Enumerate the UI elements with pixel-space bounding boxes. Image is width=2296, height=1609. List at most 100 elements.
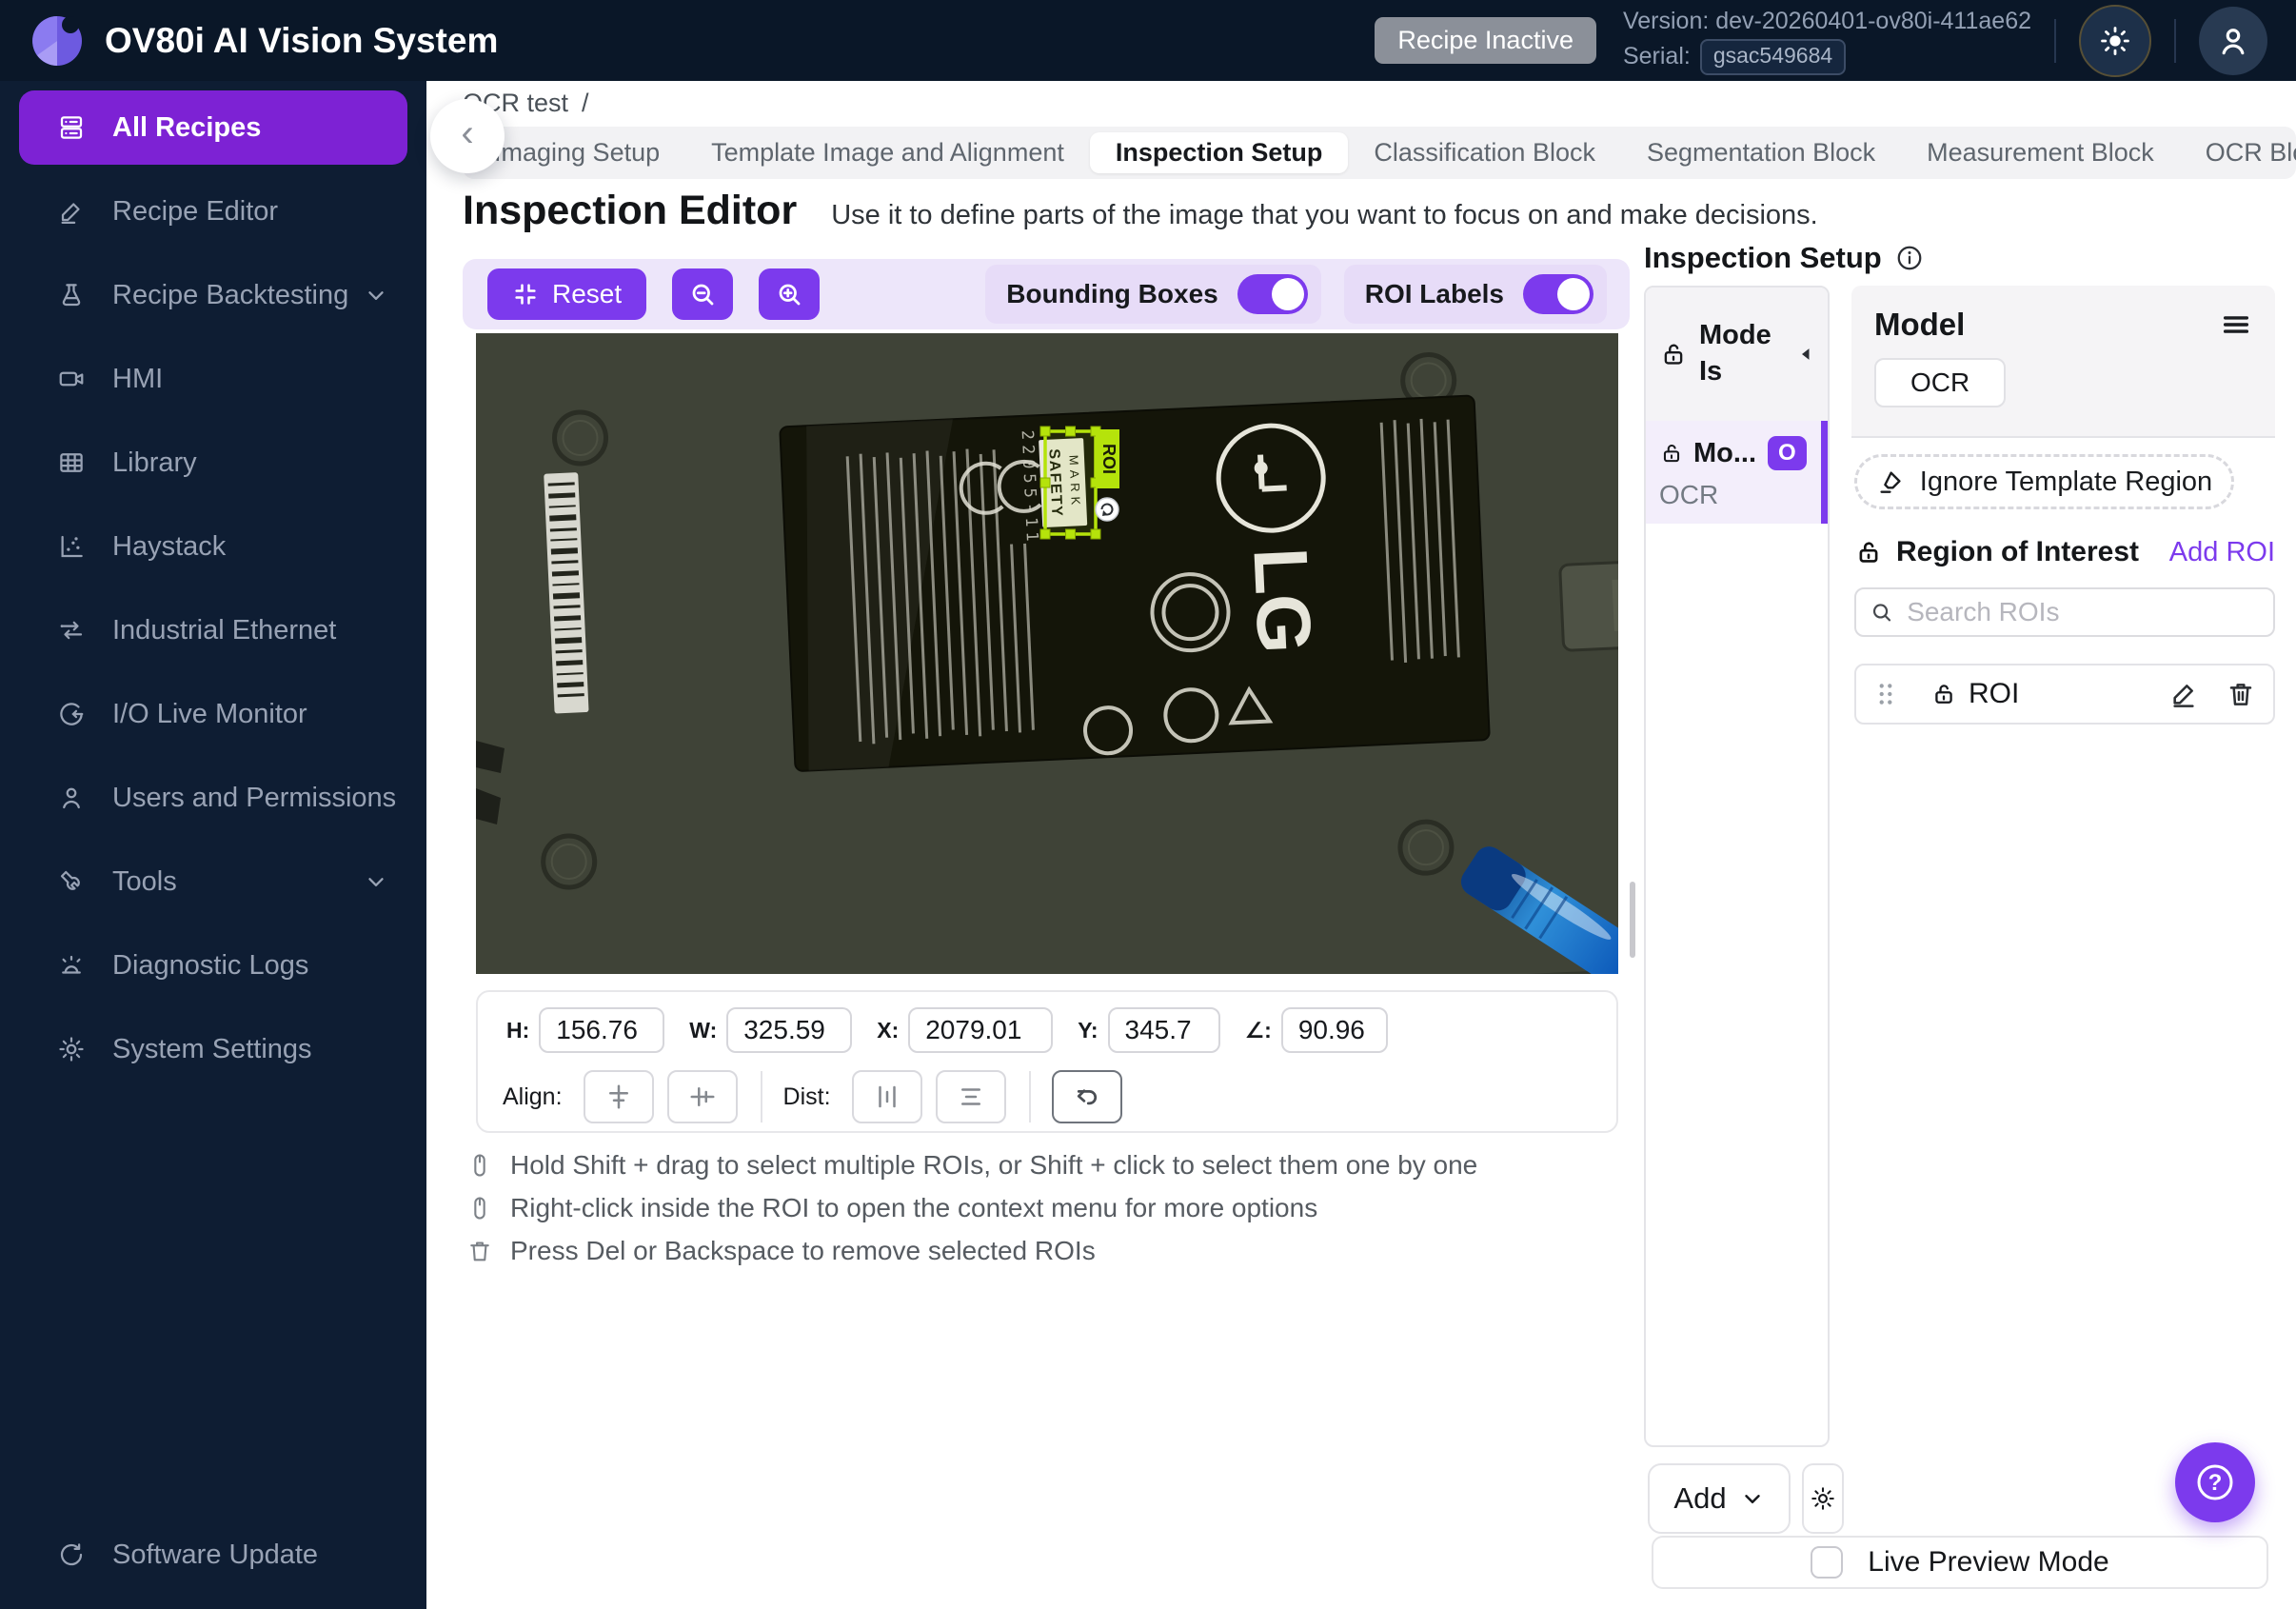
unlock-icon [1659,441,1684,466]
theme-toggle-button[interactable] [2079,5,2151,77]
sidebar-item-software-update[interactable]: Software Update [0,1518,426,1592]
reset-view-button[interactable]: Reset [487,268,646,320]
ignore-template-region-button[interactable]: Ignore Template Region [1854,454,2234,509]
sidebar-item-haystack[interactable]: Haystack [0,509,426,584]
trash-icon[interactable] [2226,679,2256,709]
block-list-title: Mode Is [1699,318,1771,389]
unlock-icon [1854,538,1883,566]
height-field[interactable] [539,1007,664,1053]
sidebar-item-all-recipes[interactable]: All Recipes [19,90,407,165]
block-settings-button[interactable] [1802,1463,1844,1534]
sidebar-item-label: I/O Live Monitor [112,699,307,730]
hint-text: Hold Shift + drag to select multiple ROI… [510,1150,1477,1181]
add-roi-link[interactable]: Add ROI [2169,537,2275,568]
dist-label: Dist: [783,1083,831,1111]
sidebar-item-diagnostic-logs[interactable]: Diagnostic Logs [0,928,426,1003]
block-item-subtype: OCR [1659,480,1814,510]
gear-icon [1810,1484,1836,1513]
block-list-title-line2: Is [1699,354,1771,390]
sidebar-item-library[interactable]: Library [0,426,426,500]
live-preview-checkbox[interactable] [1811,1546,1843,1579]
align-vertical-center-icon [688,1083,717,1111]
grid-icon [57,448,86,477]
distribute-vertical-button[interactable] [936,1070,1006,1123]
sun-icon [2099,25,2131,57]
toggle-knob [1272,278,1304,310]
roi-labels-toggle[interactable]: ROI Labels [1344,265,1607,324]
roi-rotate-handle[interactable] [1096,498,1118,521]
edit-icon[interactable] [2168,679,2199,709]
scatter-plot-icon [57,532,86,561]
drag-handle-icon[interactable] [1873,680,1898,708]
model-type-chip[interactable]: OCR [1874,358,2006,407]
inspection-setup-panel: Inspection Setup Mode Is [1644,81,2296,1609]
add-block-row: Add [1648,1463,1844,1534]
collapse-left-icon[interactable] [1797,345,1816,364]
page-title: Inspection Editor [463,188,797,234]
sidebar-item-system-settings[interactable]: System Settings [0,1012,426,1086]
sidebar-collapse-button[interactable]: ‹ [430,99,505,173]
panel-title: Inspection Setup [1644,241,1882,275]
distribute-horizontal-button[interactable] [852,1070,922,1123]
x-field-label: X: [877,1018,899,1043]
bounding-boxes-toggle[interactable]: Bounding Boxes [985,265,1320,324]
align-vertical-center-button[interactable] [667,1070,738,1123]
width-field[interactable] [726,1007,852,1053]
top-bar: OV80i AI Vision System Recipe Inactive V… [0,0,2296,81]
roi-list-item[interactable]: ROI [1854,664,2275,725]
region-of-interest-title: Region of Interest [1896,536,2139,568]
toggle-switch-on[interactable] [1237,274,1308,314]
app-logo-icon [30,14,84,68]
sidebar-item-tools[interactable]: Tools [0,844,426,919]
toggle-knob [1557,278,1590,310]
block-item-row: Mo... O [1659,436,1814,470]
sidebar-item-recipe-backtesting[interactable]: Recipe Backtesting [0,258,426,332]
live-preview-card[interactable]: Live Preview Mode [1652,1536,2268,1589]
sidebar-item-recipe-editor[interactable]: Recipe Editor [0,174,426,248]
align-distribute-row: Align: Dist: [503,1070,1616,1123]
flask-icon [57,281,86,309]
sidebar-item-label: Software Update [112,1539,318,1571]
y-position-field[interactable] [1108,1007,1220,1053]
menu-icon[interactable] [2220,308,2252,341]
add-block-button[interactable]: Add [1648,1463,1791,1534]
topbar-divider [2174,19,2176,63]
x-position-field[interactable] [908,1007,1053,1053]
tab-template-image-alignment[interactable]: Template Image and Alignment [685,127,1090,179]
inspection-image-canvas[interactable]: LG 22055-11 SAFETY MARK [476,333,1618,974]
user-avatar-button[interactable] [2199,7,2267,75]
angle-field[interactable] [1281,1007,1388,1053]
info-icon[interactable] [1895,244,1924,272]
tab-classification-block[interactable]: Classification Block [1348,127,1621,179]
block-list-header: Mode Is [1646,288,1828,421]
sidebar-item-label: Library [112,447,197,479]
sidebar-item-io-live-monitor[interactable]: I/O Live Monitor [0,677,426,751]
hint-row: Right-click inside the ROI to open the c… [466,1192,1477,1224]
pencil-icon [57,197,86,226]
zoom-out-icon [688,280,717,308]
block-type-badge: O [1768,436,1807,470]
roi-search-input[interactable] [1905,596,2260,628]
toggle-switch-on[interactable] [1523,274,1593,314]
ignore-template-region-label: Ignore Template Region [1920,467,2212,498]
reset-button-label: Reset [552,279,622,309]
align-horizontal-center-icon [604,1083,633,1111]
undo-button[interactable] [1052,1070,1122,1123]
sidebar-footer: Software Update [0,1518,426,1601]
align-horizontal-center-button[interactable] [584,1070,654,1123]
hint-row: Press Del or Backspace to remove selecte… [466,1235,1477,1267]
sidebar-item-hmi[interactable]: HMI [0,342,426,416]
sidebar: All Recipes Recipe Editor Recipe Backtes… [0,81,426,1609]
roi-search-box[interactable] [1854,587,2275,637]
scrollbar-thumb[interactable] [1630,882,1635,958]
sidebar-item-industrial-ethernet[interactable]: Industrial Ethernet [0,593,426,667]
align-label: Align: [503,1083,563,1111]
tab-inspection-setup[interactable]: Inspection Setup [1090,132,1349,173]
sidebar-item-users-permissions[interactable]: Users and Permissions [0,761,426,835]
zoom-out-button[interactable] [672,268,733,320]
transfer-arrows-icon [57,616,86,645]
zoom-in-button[interactable] [759,268,820,320]
add-button-label: Add [1673,1481,1726,1516]
help-button[interactable]: ? [2175,1442,2255,1522]
block-item-selected[interactable]: Mo... O OCR [1646,421,1828,524]
